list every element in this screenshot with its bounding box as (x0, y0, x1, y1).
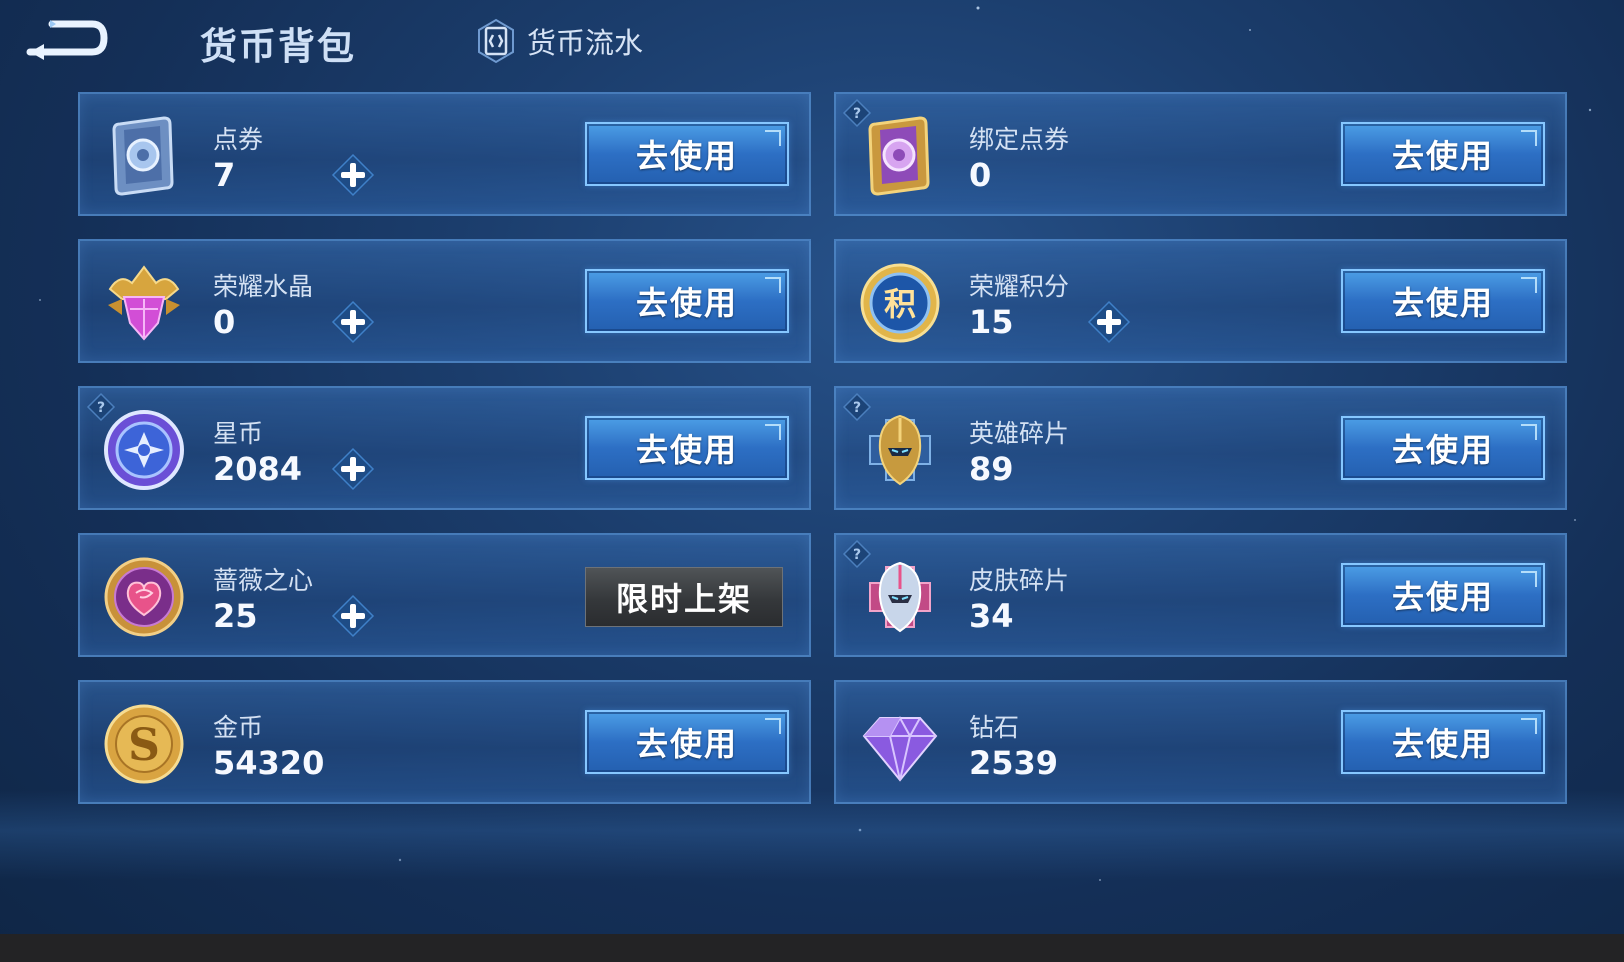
currency-card-coupon: 点券 7 去使用 (78, 92, 811, 216)
currency-card-hero-fragment: ? 英雄碎片 89 去使用 (834, 386, 1567, 510)
glory-points-icon: 积 (856, 259, 944, 347)
currency-value: 0 (969, 156, 992, 194)
add-rose-heart-button[interactable] (330, 593, 376, 639)
currency-card-bound-coupon: ? 绑定点券 0 去使用 (834, 92, 1567, 216)
page-title: 货币背包 (200, 25, 356, 68)
svg-text:积: 积 (884, 285, 916, 323)
add-glory-crystal-button[interactable] (330, 299, 376, 345)
currency-card-gold-coin: S 金币 54320 去使用 (78, 680, 811, 804)
currency-value: 15 (969, 303, 1014, 341)
currency-value: 2539 (969, 744, 1059, 782)
use-bound-coupon-button[interactable]: 去使用 (1341, 122, 1545, 186)
hero-fragment-icon (856, 406, 944, 494)
currency-value: 25 (213, 597, 258, 635)
add-star-coin-button[interactable] (330, 446, 376, 492)
currency-value: 54320 (213, 744, 325, 782)
add-coupon-button[interactable] (330, 152, 376, 198)
gold-coin-icon: S (100, 700, 188, 788)
plus-icon (331, 300, 375, 344)
star-coin-icon (100, 406, 188, 494)
currency-value: 0 (213, 303, 236, 341)
use-hero-fragment-button[interactable]: 去使用 (1341, 416, 1545, 480)
currency-value: 2084 (213, 450, 303, 488)
bound-coupon-card-icon (856, 112, 944, 200)
currency-name: 金币 (213, 713, 264, 742)
skin-fragment-icon (856, 553, 944, 641)
currency-card-rose-heart: 蔷薇之心 25 限时上架 (78, 533, 811, 657)
plus-icon (331, 594, 375, 638)
plus-icon (331, 447, 375, 491)
plus-icon (1087, 300, 1131, 344)
currency-name: 蔷薇之心 (213, 566, 314, 595)
currency-name: 星币 (213, 419, 264, 448)
system-bottom-bar (0, 934, 1624, 962)
limited-release-button: 限时上架 (585, 567, 783, 627)
use-coupon-button[interactable]: 去使用 (585, 122, 789, 186)
diamond-icon (856, 700, 944, 788)
plus-icon (331, 153, 375, 197)
use-glory-points-button[interactable]: 去使用 (1341, 269, 1545, 333)
currency-flow-label: 货币流水 (527, 26, 644, 60)
currency-card-star-coin: ? 星币 2084 去使用 (78, 386, 811, 510)
use-diamond-button[interactable]: 去使用 (1341, 710, 1545, 774)
currency-name: 绑定点券 (969, 125, 1070, 154)
currency-card-skin-fragment: ? 皮肤碎片 34 去使用 (834, 533, 1567, 657)
glory-crystal-icon (100, 259, 188, 347)
currency-value: 34 (969, 597, 1014, 635)
currency-name: 钻石 (969, 713, 1020, 742)
ledger-icon (475, 18, 517, 64)
currency-card-diamond: 钻石 2539 去使用 (834, 680, 1567, 804)
add-glory-points-button[interactable] (1086, 299, 1132, 345)
use-glory-crystal-button[interactable]: 去使用 (585, 269, 789, 333)
currency-name: 英雄碎片 (969, 419, 1070, 448)
currency-grid: 点券 7 去使用 ? 绑定点券 0 去使用 荣耀水晶 0 去使用 积 荣耀积分 … (78, 92, 1567, 804)
currency-flow-link[interactable]: 货币流水 (475, 16, 643, 66)
currency-value: 7 (213, 156, 236, 194)
currency-name: 荣耀积分 (969, 272, 1070, 301)
currency-card-glory-crystal: 荣耀水晶 0 去使用 (78, 239, 811, 363)
rose-heart-icon (100, 553, 188, 641)
currency-name: 点券 (213, 125, 264, 154)
coupon-card-icon (100, 112, 188, 200)
back-arrow-icon (26, 20, 108, 60)
use-star-coin-button[interactable]: 去使用 (585, 416, 789, 480)
currency-name: 荣耀水晶 (213, 272, 314, 301)
use-skin-fragment-button[interactable]: 去使用 (1341, 563, 1545, 627)
back-button[interactable] (24, 16, 110, 62)
currency-name: 皮肤碎片 (969, 566, 1070, 595)
currency-value: 89 (969, 450, 1014, 488)
currency-card-glory-points: 积 荣耀积分 15 去使用 (834, 239, 1567, 363)
svg-text:S: S (128, 720, 160, 771)
use-gold-coin-button[interactable]: 去使用 (585, 710, 789, 774)
